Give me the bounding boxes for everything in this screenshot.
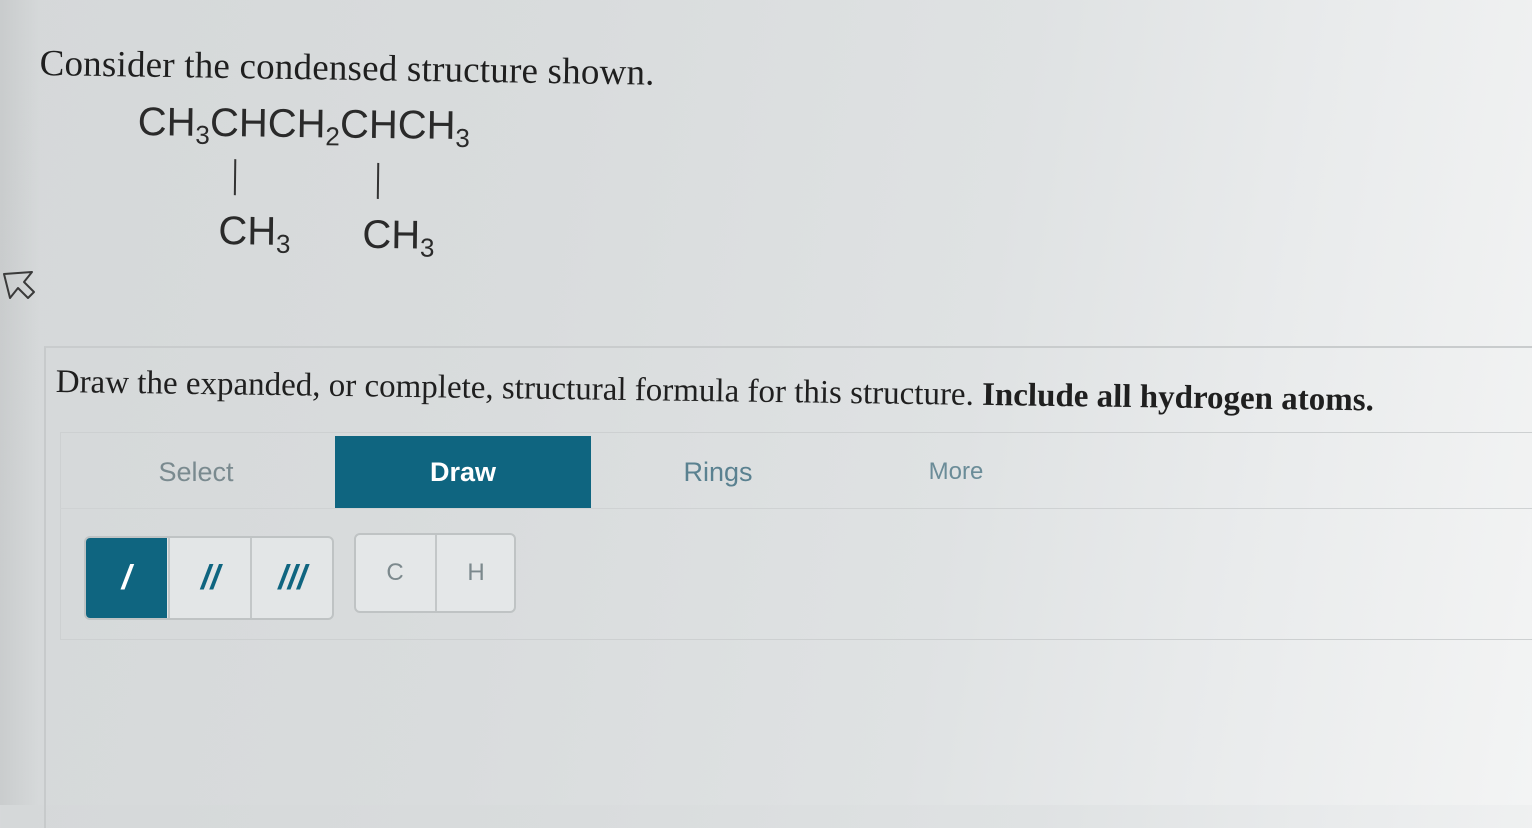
- single-bond-button[interactable]: /: [86, 538, 167, 618]
- instruction-emphasis: Include all hydrogen atoms.: [981, 376, 1375, 419]
- background-shading: [0, 0, 40, 805]
- methyl-branch-right: CH3: [362, 212, 435, 263]
- triple-bond-button[interactable]: ///: [250, 538, 332, 618]
- atom-type-group: C H: [354, 533, 516, 613]
- tab-more[interactable]: More: [860, 436, 1052, 508]
- hydrogen-atom-button[interactable]: H: [435, 535, 514, 611]
- tab-rings[interactable]: Rings: [620, 436, 816, 508]
- cursor-icon: [3, 271, 35, 299]
- methyl-branch-left: CH3: [218, 208, 291, 259]
- question-prompt: Consider the condensed structure shown.: [39, 42, 656, 94]
- condensed-structure: CH3CHCH2CHCH3 CH3 CH3: [136, 100, 538, 275]
- branch-bond-left: [233, 159, 237, 196]
- bond-type-group: / // ///: [84, 536, 334, 620]
- main-chain-formula: CH3CHCH2CHCH3: [137, 100, 471, 154]
- branch-bond-right: [376, 162, 380, 199]
- tab-select[interactable]: Select: [80, 436, 312, 508]
- tool-tabs: Select Draw Rings More: [60, 436, 1532, 509]
- tab-draw[interactable]: Draw: [335, 436, 591, 508]
- double-bond-button[interactable]: //: [168, 538, 251, 618]
- drawing-canvas[interactable]: [46, 640, 1532, 805]
- carbon-atom-button[interactable]: C: [356, 535, 434, 611]
